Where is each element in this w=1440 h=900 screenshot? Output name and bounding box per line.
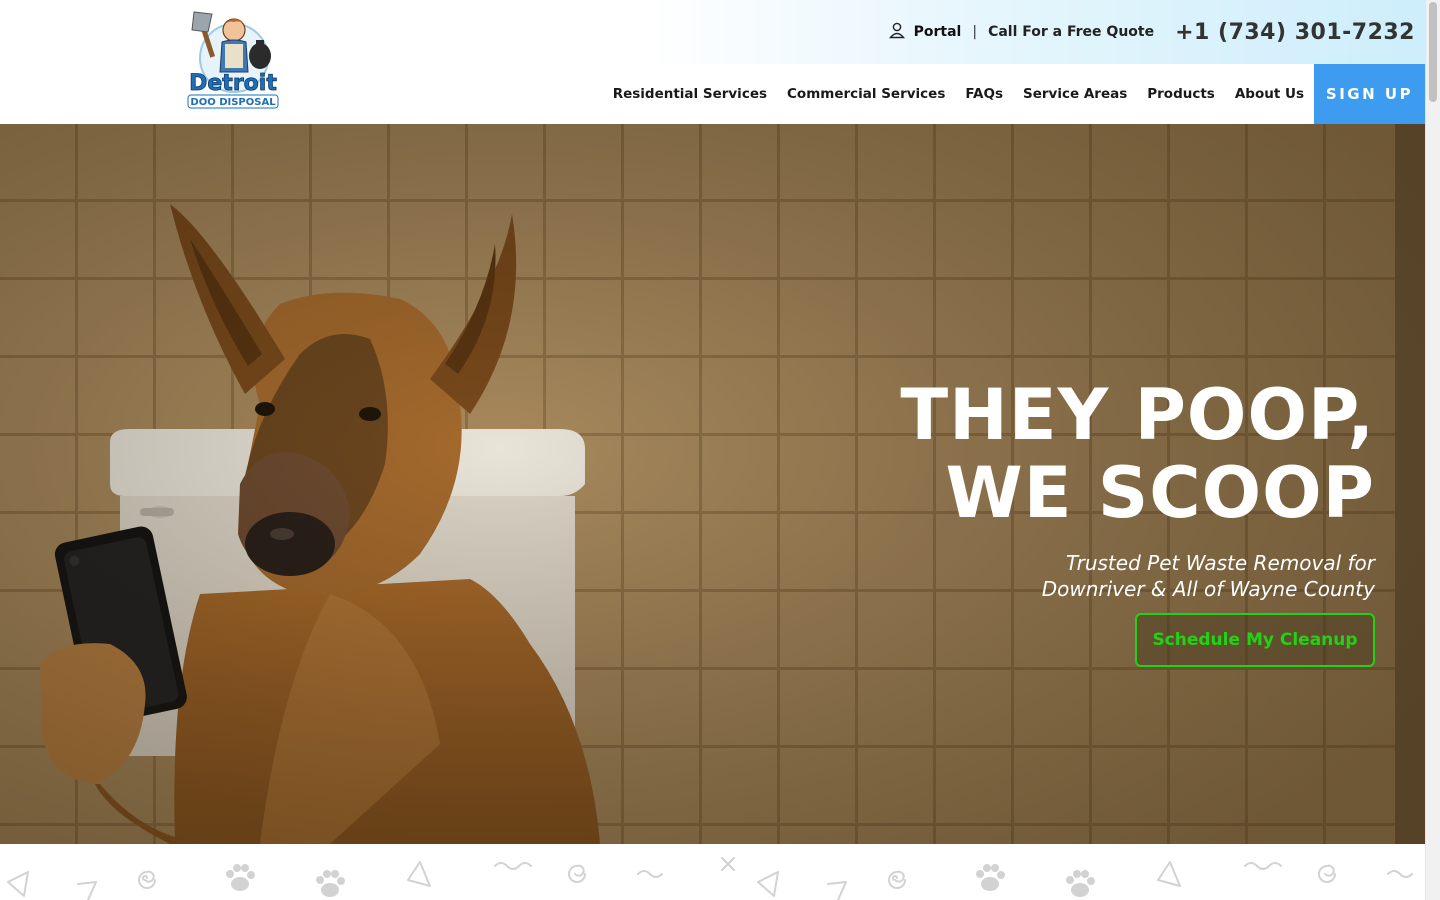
hero-subtitle-line-1: Trusted Pet Waste Removal for <box>1065 551 1375 575</box>
svg-text:DOO DISPOSAL: DOO DISPOSAL <box>190 97 276 108</box>
paw-icon <box>226 864 255 891</box>
user-icon <box>888 21 906 43</box>
nav-service-areas[interactable]: Service Areas <box>1013 86 1137 102</box>
schedule-cleanup-button[interactable]: Schedule My Cleanup <box>1135 613 1375 667</box>
utility-bar: Portal | Call For a Free Quote +1 (734) … <box>888 14 1415 50</box>
pattern-icons <box>7 857 1413 900</box>
paw-icon <box>1066 870 1095 897</box>
spiral-icon <box>138 870 156 889</box>
hero-subtitle: Trusted Pet Waste Removal for Downriver … <box>900 550 1375 602</box>
squiggle-icon <box>1244 862 1282 870</box>
main-nav: Residential Services Commercial Services… <box>603 64 1425 124</box>
hero-title: THEY POOP, WE SCOOP <box>900 376 1375 532</box>
hero-section: THEY POOP, WE SCOOP Trusted Pet Waste Re… <box>0 124 1425 844</box>
decorative-pattern-strip <box>0 844 1425 900</box>
paw-icon <box>316 870 345 897</box>
spiral-icon <box>888 870 906 889</box>
squiggle-icon <box>494 862 532 870</box>
spiral-icon <box>568 864 586 883</box>
triangle-icon <box>827 881 847 900</box>
nav-products[interactable]: Products <box>1137 86 1225 102</box>
triangle-icon <box>407 861 431 887</box>
nav-commercial-services[interactable]: Commercial Services <box>777 86 955 102</box>
site-header: Detroit DOO DISPOSAL Portal | Call For a… <box>0 0 1425 124</box>
cross-icon <box>721 857 735 871</box>
svg-text:Detroit: Detroit <box>189 71 277 96</box>
portal-label: Portal <box>913 24 962 40</box>
separator: | <box>972 24 978 40</box>
triangle-icon <box>7 871 29 897</box>
page-scrollbar[interactable] <box>1425 0 1440 900</box>
phone-number-link[interactable]: +1 (734) 301-7232 <box>1175 20 1415 45</box>
free-quote-link[interactable]: Call For a Free Quote <box>988 24 1154 40</box>
nav-faqs[interactable]: FAQs <box>955 86 1013 102</box>
paw-icons <box>226 864 1095 897</box>
nav-residential-services[interactable]: Residential Services <box>603 86 777 102</box>
scrollbar-thumb[interactable] <box>1429 2 1437 102</box>
logo-mascot-icon: Detroit DOO DISPOSAL <box>187 11 279 109</box>
squiggle-icon <box>1387 870 1413 878</box>
spiral-icon <box>1318 864 1336 883</box>
nav-about-us[interactable]: About Us <box>1225 86 1314 102</box>
portal-link[interactable]: Portal <box>888 21 962 43</box>
hero-subtitle-line-2: Downriver & All of Wayne County <box>1041 577 1375 601</box>
triangle-icon <box>1157 861 1181 887</box>
hero-title-line-2: WE SCOOP <box>945 452 1375 534</box>
sign-up-button[interactable]: SIGN UP <box>1314 64 1425 124</box>
logo[interactable]: Detroit DOO DISPOSAL <box>182 10 284 112</box>
paw-icon <box>976 864 1005 891</box>
triangle-icon <box>757 871 779 897</box>
triangle-icon <box>77 881 97 900</box>
hero-title-line-1: THEY POOP, <box>900 374 1375 456</box>
hero-copy: THEY POOP, WE SCOOP Trusted Pet Waste Re… <box>900 376 1375 667</box>
squiggle-icon <box>637 870 663 878</box>
